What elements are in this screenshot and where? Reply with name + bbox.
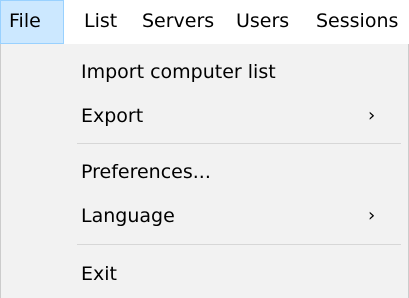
menu-file[interactable]: File (0, 0, 64, 44)
menu-item-language[interactable]: Language › (1, 196, 408, 236)
menu-users[interactable]: Users (228, 0, 297, 44)
menu-separator (77, 244, 401, 245)
menu-item-exit[interactable]: Exit (1, 254, 408, 294)
menu-item-label: Export (81, 105, 144, 127)
chevron-right-icon: › (368, 205, 376, 226)
menu-sessions[interactable]: Sessions (308, 0, 406, 44)
menu-separator (77, 143, 401, 144)
menu-item-preferences[interactable]: Preferences... (1, 152, 408, 192)
menu-bar: File List Servers Users Sessions (0, 0, 409, 44)
menu-servers[interactable]: Servers (134, 0, 222, 44)
menu-item-label: Import computer list (81, 61, 276, 83)
menu-item-label: Exit (81, 263, 117, 285)
chevron-right-icon: › (368, 105, 376, 126)
menu-item-label: Language (81, 205, 175, 227)
menu-item-export[interactable]: Export › (1, 96, 408, 136)
menu-item-import-computer-list[interactable]: Import computer list (1, 52, 408, 92)
menu-item-label: Preferences... (81, 161, 211, 183)
file-dropdown-menu: Import computer list Export › Preference… (0, 44, 409, 298)
menu-list[interactable]: List (76, 0, 125, 44)
